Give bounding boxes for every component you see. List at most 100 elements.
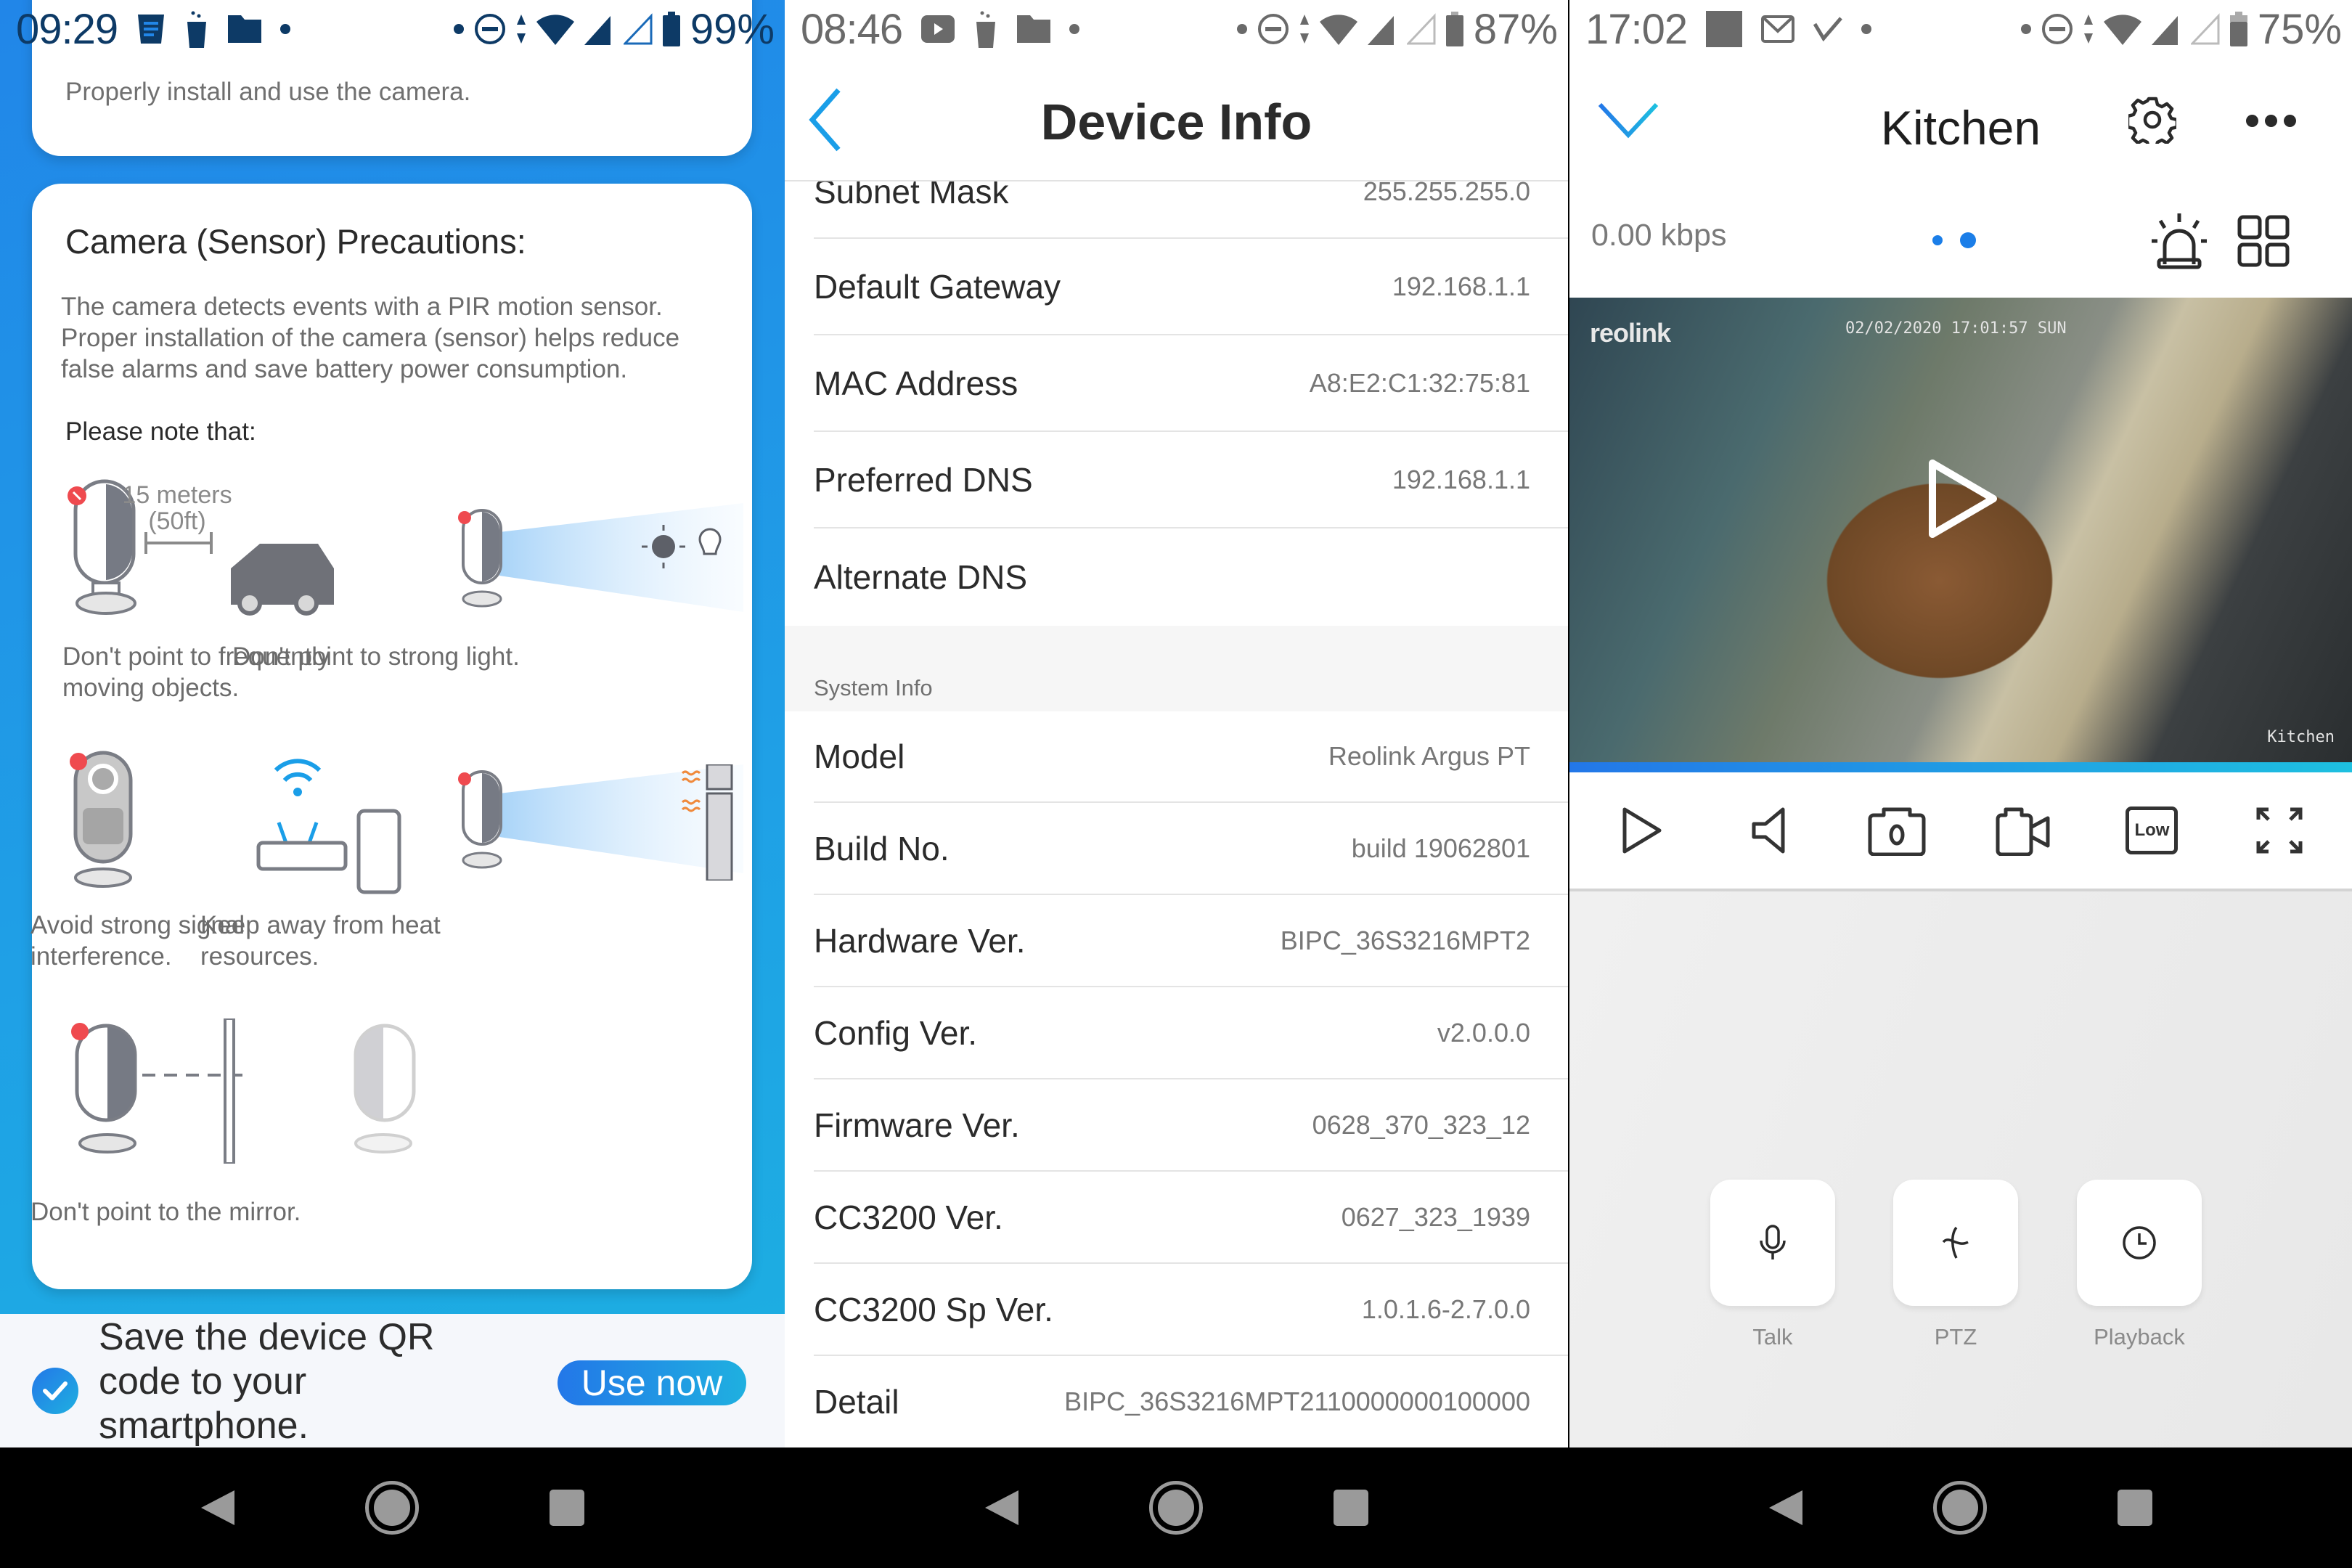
battery-icon (2229, 12, 2247, 46)
notification-dot (280, 24, 291, 34)
save-qr-checkbox[interactable] (32, 1368, 78, 1414)
checkmark-icon (43, 1381, 68, 1400)
camera-and-car-illustration: 15 meters (50ft) (68, 479, 334, 616)
info-row: Model Reolink Argus PT (814, 711, 1568, 803)
system-nav-bar (0, 1447, 785, 1568)
quality-button[interactable]: Low (2119, 798, 2184, 863)
play-overlay-icon[interactable] (1927, 459, 1999, 539)
nav-recents-button[interactable] (549, 1490, 584, 1526)
signal-empty-icon (623, 13, 653, 45)
nav-back-button[interactable] (1769, 1490, 1802, 1525)
dnd-icon (474, 14, 505, 44)
wifi-icon (2103, 15, 2141, 45)
ptz-button[interactable] (1893, 1180, 2018, 1306)
page-title: Device Info (1040, 94, 1312, 150)
live-video-feed[interactable]: reolink 02/02/2020 17:01:57 SUN Kitchen (1569, 298, 2352, 762)
live-view-screen: 17:02 75% Kitchen 0.00 kbps reolink 02/0… (1569, 0, 2352, 1568)
info-value: BIPC_36S3216MPT2110000000100000 (1064, 1386, 1530, 1416)
data-arrows-icon (1299, 15, 1309, 44)
info-label: MAC Address (814, 364, 1018, 402)
page-dot[interactable] (1932, 235, 1943, 245)
camera-and-mirror-illustration (71, 1018, 416, 1164)
battery-icon (1445, 12, 1463, 46)
playback-button[interactable] (2077, 1180, 2202, 1306)
clock-icon (2123, 1226, 2156, 1259)
video-timestamp: 02/02/2020 17:01:57 SUN (1845, 319, 2067, 338)
info-value: 192.168.1.1 (1392, 271, 1530, 301)
nav-home-button[interactable] (364, 1481, 419, 1535)
info-row: Alternate DNS (814, 528, 1568, 625)
car-icon (231, 544, 334, 616)
siren-alarm-icon[interactable] (2150, 212, 2208, 270)
system-info-group: Model Reolink Argus PT Build No. build 190… (785, 711, 1568, 1447)
video-record-icon (1996, 807, 2050, 856)
signal-x-icon (1367, 16, 1394, 45)
info-row: Default Gateway 192.168.1.1 (814, 239, 1568, 335)
talk-label: Talk (1752, 1324, 1793, 1349)
signal-empty-icon (1406, 13, 1436, 45)
precaution-caption: Don't point to the mirror. (30, 1198, 301, 1226)
settings-gear-icon[interactable] (2128, 96, 2176, 144)
nav-back-button[interactable] (200, 1490, 234, 1525)
nav-back-button[interactable] (984, 1490, 1018, 1525)
status-time: 17:02 (1585, 5, 1688, 53)
talk-button[interactable] (1710, 1180, 1835, 1306)
intro-text: Properly install and use the camera. (65, 78, 471, 106)
live-view-header: Kitchen (1569, 58, 2352, 189)
battery-percent: 87% (1473, 5, 1558, 53)
nav-home-button[interactable] (1148, 1481, 1203, 1535)
precaution-caption: Keep away from heat resources. (200, 911, 441, 971)
use-now-button[interactable]: Use now (558, 1360, 746, 1405)
info-label: Alternate DNS (814, 558, 1028, 596)
square-notification-icon (1706, 11, 1743, 47)
info-row: Preferred DNS 192.168.1.1 (814, 432, 1568, 528)
info-value: BIPC_36S3216MPT2 (1280, 925, 1530, 955)
status-bar: 08:46 87% (785, 0, 1568, 58)
sun-icon (652, 535, 675, 558)
info-row: Config Ver. v2.0.0.0 (814, 987, 1568, 1079)
page-dot-active[interactable] (1960, 232, 1976, 248)
snapshot-button[interactable] (1864, 798, 1930, 863)
play-icon (1622, 807, 1662, 854)
info-row: CC3200 Sp Ver. 1.0.1.6-2.7.0.0 (814, 1264, 1568, 1356)
more-options-icon[interactable] (2246, 115, 2296, 127)
record-button[interactable] (1992, 798, 2057, 863)
lightbulb-icon (698, 528, 722, 555)
section-label: System Info (814, 675, 933, 701)
precautions-body: The camera detects events with a PIR mot… (61, 293, 680, 383)
multi-view-grid-icon[interactable] (2237, 215, 2290, 267)
notification-dot (1236, 24, 1247, 34)
save-qr-text: Save the device QR code to your smartpho… (99, 1316, 435, 1447)
precautions-note: Please note that: (65, 417, 256, 446)
notification-dot (2020, 24, 2031, 34)
distance-label-ft: (50ft) (148, 507, 205, 535)
folder-icon (228, 15, 262, 43)
quick-actions-area: Talk PTZ Playback (1569, 891, 2352, 1447)
signal-x-icon (584, 16, 611, 45)
info-value: v2.0.0.0 (1437, 1017, 1530, 1048)
battery-icon (662, 12, 680, 46)
info-row: CC3200 Ver. 0627_323_1939 (814, 1172, 1568, 1264)
status-time: 08:46 (801, 5, 903, 53)
system-nav-bar (1569, 1447, 2352, 1568)
stream-progress-bar (1569, 762, 2352, 772)
signal-empty-icon (2190, 13, 2220, 45)
fullscreen-button[interactable] (2247, 798, 2312, 863)
audio-button[interactable] (1736, 798, 1802, 863)
wifi-icon (1319, 15, 1357, 45)
info-label: Default Gateway (814, 267, 1061, 306)
camera-and-light-illustration (458, 503, 743, 612)
info-value: 1.0.1.6-2.7.0.0 (1361, 1294, 1530, 1324)
camera-and-heater-illustration (458, 764, 743, 881)
battery-percent: 75% (2257, 5, 2342, 53)
nav-recents-button[interactable] (2118, 1490, 2152, 1526)
info-label: CC3200 Ver. (814, 1198, 1003, 1236)
info-row: Build No. build 19062801 (814, 803, 1568, 895)
nav-recents-button[interactable] (1333, 1490, 1368, 1526)
precautions-title: Camera (Sensor) Precautions: (65, 222, 526, 261)
play-button[interactable] (1609, 798, 1675, 863)
nav-home-button[interactable] (1933, 1481, 1987, 1535)
info-row: Detail BIPC_36S3216MPT2110000000100000 (814, 1356, 1568, 1447)
video-camera-name: Kitchen (2267, 728, 2335, 746)
youtube-icon (921, 15, 955, 43)
